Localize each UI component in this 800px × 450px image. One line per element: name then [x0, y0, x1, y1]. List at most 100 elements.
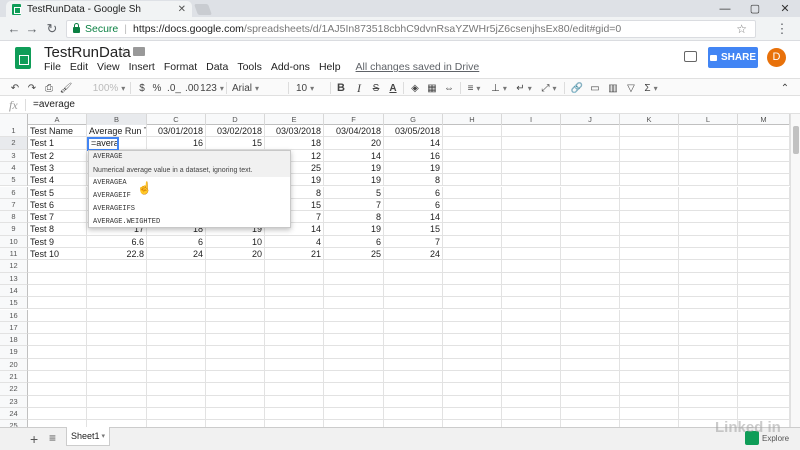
row-header-23[interactable]: 23: [0, 395, 28, 408]
column-header-j[interactable]: J: [561, 114, 620, 125]
menu-addons[interactable]: Add-ons: [271, 61, 310, 73]
cell-g9[interactable]: 15: [384, 223, 443, 236]
maximize-icon[interactable]: ▢: [740, 0, 770, 17]
insert-chart-icon[interactable]: ▥: [606, 80, 620, 96]
cell-b25[interactable]: [87, 420, 147, 427]
cell-j24[interactable]: [561, 407, 620, 421]
cell-f18[interactable]: [324, 334, 384, 347]
url-omnibox[interactable]: Secure | https://docs.google.com/spreads…: [66, 20, 756, 38]
cell-i11[interactable]: [502, 248, 561, 261]
cell-i20[interactable]: [502, 358, 561, 371]
autocomplete-item-averagea[interactable]: AVERAGEA: [89, 177, 290, 190]
redo-icon[interactable]: ↷: [25, 80, 39, 96]
row-header-20[interactable]: 20: [0, 358, 28, 371]
cell-l20[interactable]: [679, 358, 738, 371]
row-header-12[interactable]: 12: [0, 260, 28, 273]
cell-e19[interactable]: [265, 346, 324, 359]
cell-h7[interactable]: [443, 198, 502, 212]
cell-h22[interactable]: [443, 383, 502, 396]
cell-k3[interactable]: [620, 149, 679, 162]
bold-button[interactable]: B: [335, 80, 347, 96]
cell-f5[interactable]: 19: [324, 174, 384, 187]
cell-k16[interactable]: [620, 309, 679, 322]
cell-j17[interactable]: [561, 321, 620, 335]
cell-l6[interactable]: [679, 186, 738, 199]
cell-k18[interactable]: [620, 334, 679, 347]
cell-g24[interactable]: [384, 407, 443, 421]
cell-g23[interactable]: [384, 395, 443, 408]
cell-l7[interactable]: [679, 198, 738, 212]
cell-g11[interactable]: 24: [384, 248, 443, 261]
cell-m20[interactable]: [738, 358, 790, 371]
column-header-e[interactable]: E: [265, 114, 324, 125]
cell-f19[interactable]: [324, 346, 384, 359]
font-family-select[interactable]: Arial: [232, 80, 284, 96]
cell-a10[interactable]: Test 9: [28, 235, 87, 248]
menu-tools[interactable]: Tools: [237, 61, 262, 73]
cell-i10[interactable]: [502, 235, 561, 248]
cell-b14[interactable]: [87, 284, 147, 298]
cell-b20[interactable]: [87, 358, 147, 371]
cell-c17[interactable]: [147, 321, 206, 335]
cell-l10[interactable]: [679, 235, 738, 248]
cell-d17[interactable]: [206, 321, 265, 335]
cell-d20[interactable]: [206, 358, 265, 371]
cell-k1[interactable]: [620, 125, 679, 138]
cell-g20[interactable]: [384, 358, 443, 371]
cell-f23[interactable]: [324, 395, 384, 408]
cell-l19[interactable]: [679, 346, 738, 359]
cell-j3[interactable]: [561, 149, 620, 162]
cell-j22[interactable]: [561, 383, 620, 396]
cell-b24[interactable]: [87, 407, 147, 421]
insert-comment-icon[interactable]: ▭: [588, 80, 602, 96]
cell-a5[interactable]: Test 4: [28, 174, 87, 187]
column-header-b[interactable]: B: [87, 114, 147, 125]
cell-g1[interactable]: 03/05/2018: [384, 125, 443, 138]
cell-e23[interactable]: [265, 395, 324, 408]
cell-m7[interactable]: [738, 198, 790, 212]
cell-g13[interactable]: [384, 272, 443, 285]
column-header-a[interactable]: A: [28, 114, 87, 125]
cell-k2[interactable]: [620, 137, 679, 150]
cell-e16[interactable]: [265, 309, 324, 322]
cell-e22[interactable]: [265, 383, 324, 396]
cell-d12[interactable]: [206, 260, 265, 273]
more-formats-button[interactable]: 123: [200, 80, 223, 96]
cell-i16[interactable]: [502, 309, 561, 322]
cell-l17[interactable]: [679, 321, 738, 335]
cell-c15[interactable]: [147, 297, 206, 310]
cell-i12[interactable]: [502, 260, 561, 273]
cell-b19[interactable]: [87, 346, 147, 359]
star-doc-icon[interactable]: ☆: [118, 45, 129, 59]
cell-i24[interactable]: [502, 407, 561, 421]
close-window-icon[interactable]: ✕: [770, 0, 800, 17]
cell-h20[interactable]: [443, 358, 502, 371]
cell-a3[interactable]: Test 2: [28, 149, 87, 162]
cell-k14[interactable]: [620, 284, 679, 298]
column-header-d[interactable]: D: [206, 114, 265, 125]
text-wrapping-icon[interactable]: ↵: [515, 80, 533, 96]
cell-c24[interactable]: [147, 407, 206, 421]
cell-d25[interactable]: [206, 420, 265, 427]
cell-j12[interactable]: [561, 260, 620, 273]
column-header-l[interactable]: L: [679, 114, 738, 125]
column-header-g[interactable]: G: [384, 114, 443, 125]
cell-g25[interactable]: [384, 420, 443, 427]
cell-a24[interactable]: [28, 407, 87, 421]
cell-k21[interactable]: [620, 371, 679, 384]
new-tab-button[interactable]: [193, 4, 213, 15]
autocomplete-item-average[interactable]: AVERAGE: [89, 151, 290, 164]
cell-k10[interactable]: [620, 235, 679, 248]
cell-a1[interactable]: Test Name: [28, 125, 87, 138]
row-header-8[interactable]: 8: [0, 211, 28, 224]
autocomplete-item-averageif[interactable]: AVERAGEIF: [89, 190, 290, 203]
cell-b16[interactable]: [87, 309, 147, 322]
cell-i22[interactable]: [502, 383, 561, 396]
cell-f12[interactable]: [324, 260, 384, 273]
cell-b21[interactable]: [87, 371, 147, 384]
cell-i23[interactable]: [502, 395, 561, 408]
cell-b12[interactable]: [87, 260, 147, 273]
decrease-decimal-button[interactable]: .0_: [166, 80, 182, 96]
cell-h2[interactable]: [443, 137, 502, 150]
cell-h1[interactable]: [443, 125, 502, 138]
